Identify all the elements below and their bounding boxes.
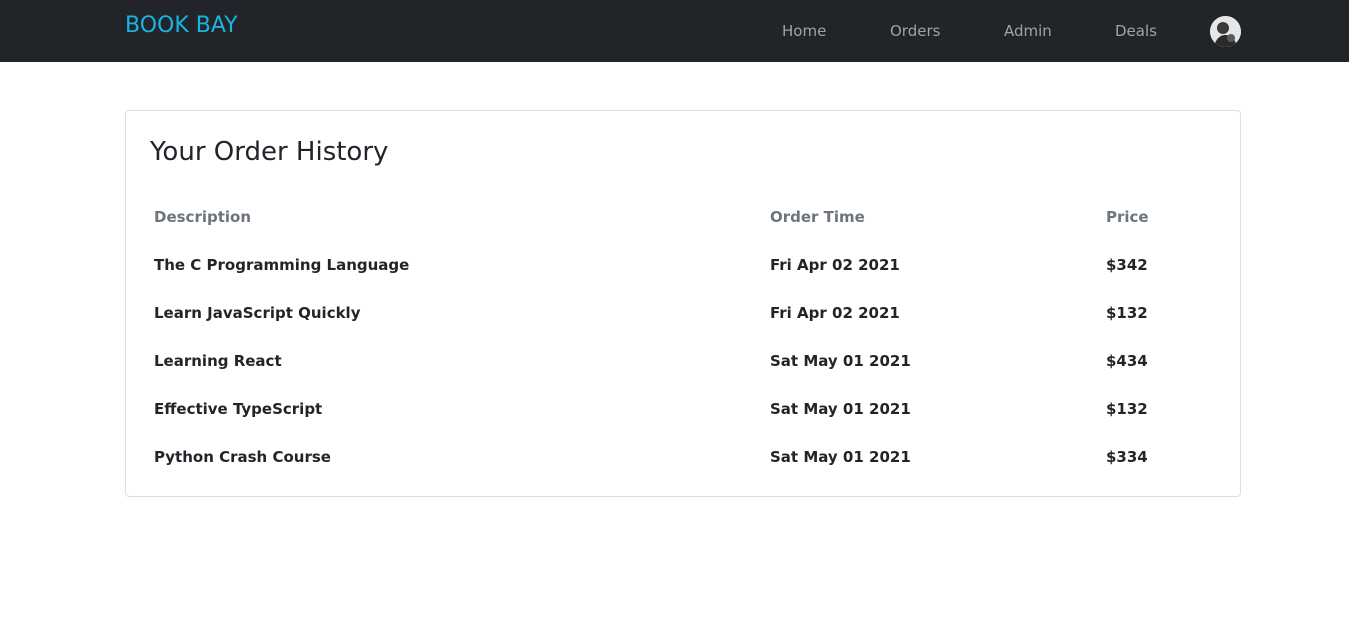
order-description: The C Programming Language [154,256,410,274]
nav-link-admin[interactable]: Admin [1004,20,1052,42]
order-price: $434 [1106,352,1148,370]
order-time: Sat May 01 2021 [770,400,911,418]
table-row: Python Crash Course Sat May 01 2021 $334 [126,446,1240,494]
order-price: $342 [1106,256,1148,274]
top-navbar: BOOK BAY Home Orders Admin Deals [0,0,1349,62]
user-avatar[interactable] [1210,16,1241,47]
table-row: Learn JavaScript Quickly Fri Apr 02 2021… [126,302,1240,350]
table-row: The C Programming Language Fri Apr 02 20… [126,254,1240,302]
order-time: Sat May 01 2021 [770,352,911,370]
user-avatar-icon [1210,16,1241,47]
table-row: Learning React Sat May 01 2021 $434 [126,350,1240,398]
order-time: Fri Apr 02 2021 [770,256,900,274]
nav-link-deals[interactable]: Deals [1115,20,1157,42]
nav-link-orders[interactable]: Orders [890,20,940,42]
order-history-card: Your Order History Description Order Tim… [125,110,1241,497]
column-header-price: Price [1106,208,1149,226]
column-header-order-time: Order Time [770,208,865,226]
brand-logo[interactable]: BOOK BAY [125,12,238,40]
order-description: Learning React [154,352,282,370]
order-price: $132 [1106,304,1148,322]
order-time: Fri Apr 02 2021 [770,304,900,322]
order-description: Python Crash Course [154,448,331,466]
order-description: Effective TypeScript [154,400,323,418]
nav-link-home[interactable]: Home [782,20,826,42]
order-description: Learn JavaScript Quickly [154,304,361,322]
order-price: $334 [1106,448,1148,466]
page-title: Your Order History [150,137,389,167]
column-header-description: Description [154,208,252,226]
order-time: Sat May 01 2021 [770,448,911,466]
table-row: Effective TypeScript Sat May 01 2021 $13… [126,398,1240,446]
order-price: $132 [1106,400,1148,418]
